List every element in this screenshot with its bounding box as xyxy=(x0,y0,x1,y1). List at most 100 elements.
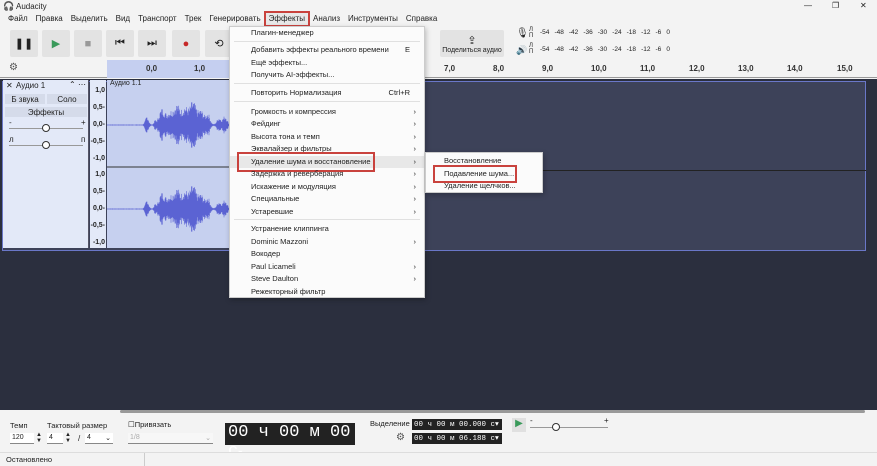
time-display[interactable]: 00 ч 00 м 00 с▾ xyxy=(225,423,355,461)
menu-item[interactable]: Громкость и компрессия › xyxy=(230,106,424,118)
track-menu-icon[interactable]: ⋯ xyxy=(78,80,86,89)
menu-item[interactable]: Повторить Нормализация Ctrl+R xyxy=(230,87,424,99)
selection-label: Выделение xyxy=(370,419,410,428)
meter-tick: -42 xyxy=(568,29,579,36)
submenu-item[interactable]: Подавление шума... xyxy=(426,164,542,183)
timeline-settings-gear-icon[interactable]: ⚙ xyxy=(9,62,18,73)
menu-item[interactable]: Специальные › xyxy=(230,193,424,205)
scale-label: 0,0- xyxy=(92,205,105,212)
playback-speed-slider[interactable] xyxy=(530,427,608,428)
menu-item-label: Плагин-менеджер xyxy=(251,28,314,37)
close-track-icon[interactable]: ✕ xyxy=(6,81,13,90)
horizontal-scrollbar[interactable] xyxy=(120,410,865,413)
time-signature-denominator[interactable]: 4 ⌄ xyxy=(85,433,113,444)
menu-item[interactable]: Фейдинг › xyxy=(230,118,424,130)
scale-label: 1,0 xyxy=(95,171,105,178)
menu-item[interactable]: Paul Licameli › xyxy=(230,261,424,273)
stop-button[interactable]: ■ xyxy=(74,30,102,57)
menu-item-label: Фейдинг xyxy=(251,119,281,128)
play-at-speed-button[interactable]: ▶ xyxy=(512,418,526,432)
effects-button[interactable]: Эффекты xyxy=(5,107,87,117)
skip-start-button[interactable]: ⏮ xyxy=(106,30,134,57)
menu-item[interactable]: Высота тона и темп › xyxy=(230,131,424,143)
gain-slider-thumb[interactable] xyxy=(42,124,50,132)
tempo-spinner-icon[interactable]: ▲ ▼ xyxy=(36,432,42,444)
pause-button[interactable]: ❚❚ xyxy=(10,30,38,57)
playback-meter[interactable]: -54 -48 -42 -36 -30 -24 -18 -12 -6 0 xyxy=(540,46,670,53)
menu-item[interactable]: Устаревшие › xyxy=(230,206,424,218)
time-signature-numerator[interactable]: 4 xyxy=(47,433,63,444)
menu-3[interactable]: Вид xyxy=(112,12,134,26)
menu-2[interactable]: Выделить xyxy=(67,12,112,26)
pan-slider-thumb[interactable] xyxy=(42,141,50,149)
menu-9[interactable]: Инструменты xyxy=(344,12,402,26)
minimize-button[interactable]: — xyxy=(804,1,812,10)
menu-item[interactable]: Удаление шума и восстановление › xyxy=(230,152,424,172)
menu-item[interactable]: Получить AI-эффекты... xyxy=(230,69,424,81)
pan-right-label: п xyxy=(81,135,86,144)
meter-tick: -18 xyxy=(626,46,637,53)
menu-item-label: Высота тона и темп xyxy=(251,132,320,141)
menu-5[interactable]: Трек xyxy=(181,12,206,26)
restore-button[interactable]: ❐ xyxy=(832,1,839,10)
skip-end-button[interactable]: ⏭ xyxy=(138,30,166,57)
menu-item[interactable]: Устранение клиппинга xyxy=(230,223,424,235)
menu-item-label: Устаревшие xyxy=(251,207,294,216)
chevron-right-icon: › xyxy=(413,194,417,203)
record-button[interactable]: ● xyxy=(172,30,200,57)
stop-icon: ■ xyxy=(84,37,92,50)
skip-end-icon: ⏭ xyxy=(147,37,157,49)
timeline-ruler[interactable]: ⚙ 0,01,02,07,08,09,010,011,012,013,014,0… xyxy=(0,60,877,78)
ruler-tick: 14,0 xyxy=(787,64,803,73)
menu-item-label: Громкость и компрессия xyxy=(251,107,336,116)
submenu-item[interactable]: Удаление щелчков... xyxy=(426,180,542,192)
chevron-down-icon: ⌄ xyxy=(205,435,211,442)
play-icon: ▶ xyxy=(51,38,61,50)
close-button[interactable]: ✕ xyxy=(860,1,867,10)
menu-item[interactable]: Плагин-менеджер xyxy=(230,27,424,39)
menu-4[interactable]: Транспорт xyxy=(134,12,180,26)
record-meter[interactable]: -54 -48 -42 -36 -30 -24 -18 -12 -6 0 xyxy=(540,29,670,36)
numerator-spinner-icon[interactable]: ▲ ▼ xyxy=(65,432,71,444)
ruler-selection xyxy=(107,60,232,78)
menu-item[interactable]: Steve Daulton › xyxy=(230,273,424,285)
speed-slider-thumb[interactable] xyxy=(552,423,560,431)
menu-7[interactable]: Эффекты xyxy=(263,11,311,27)
menu-item-label: Ещё эффекты... xyxy=(251,58,308,67)
ruler-tick: 1,0 xyxy=(194,64,206,73)
chevron-right-icon: › xyxy=(413,107,417,116)
selection-start[interactable]: 00 ч 00 м 00.000 с▾ xyxy=(412,419,502,430)
speaker-icon[interactable]: 🔊 xyxy=(516,45,527,56)
microphone-icon[interactable]: 🎙 xyxy=(516,28,529,39)
menu-6[interactable]: Генерировать xyxy=(205,12,264,26)
menu-10[interactable]: Справка xyxy=(402,12,441,26)
menu-item[interactable]: Добавить эффекты реального времени E xyxy=(230,44,424,56)
menu-item[interactable]: Задержка и реверберация › xyxy=(230,168,424,180)
scale-label: -1,0 xyxy=(92,155,105,162)
solo-button[interactable]: Соло xyxy=(47,94,87,104)
mute-button[interactable]: Б звука xyxy=(5,94,45,104)
scale-label: -0,5- xyxy=(90,138,105,145)
playback-meter-channels: Л П xyxy=(529,43,534,55)
menu-item[interactable]: Искажение и модуляция › xyxy=(230,181,424,193)
menu-1[interactable]: Правка xyxy=(32,12,67,26)
menu-8[interactable]: Анализ xyxy=(309,12,344,26)
ruler-tick: 0,0 xyxy=(146,64,158,73)
scale-label: -1,0 xyxy=(92,239,105,246)
selection-end[interactable]: 00 ч 00 м 06.188 с▾ xyxy=(412,433,502,444)
menu-item[interactable]: Режекторный фильтр xyxy=(230,286,424,298)
menu-0[interactable]: Файл xyxy=(4,12,32,26)
track-name[interactable]: Аудио 1 xyxy=(16,81,45,90)
menu-item[interactable]: Вокодер xyxy=(230,248,424,260)
snap-select[interactable]: 1/8 ⌄ xyxy=(128,433,213,444)
menu-item[interactable]: Dominic Mazzoni › xyxy=(230,236,424,248)
share-audio-button[interactable]: ⇪ Поделиться аудио xyxy=(440,30,504,57)
collapse-track-icon[interactable]: ⌃ xyxy=(69,80,76,89)
play-button[interactable]: ▶ xyxy=(42,30,70,57)
selection-settings-gear-icon[interactable]: ⚙ xyxy=(396,432,405,443)
menu-item[interactable]: Ещё эффекты... xyxy=(230,57,424,69)
tempo-input[interactable]: 120 xyxy=(10,433,34,444)
chevron-right-icon: › xyxy=(413,144,417,153)
snap-checkbox[interactable]: ☐Привязать xyxy=(128,420,171,429)
menu-item-label: Эквалайзер и фильтры xyxy=(251,144,332,153)
